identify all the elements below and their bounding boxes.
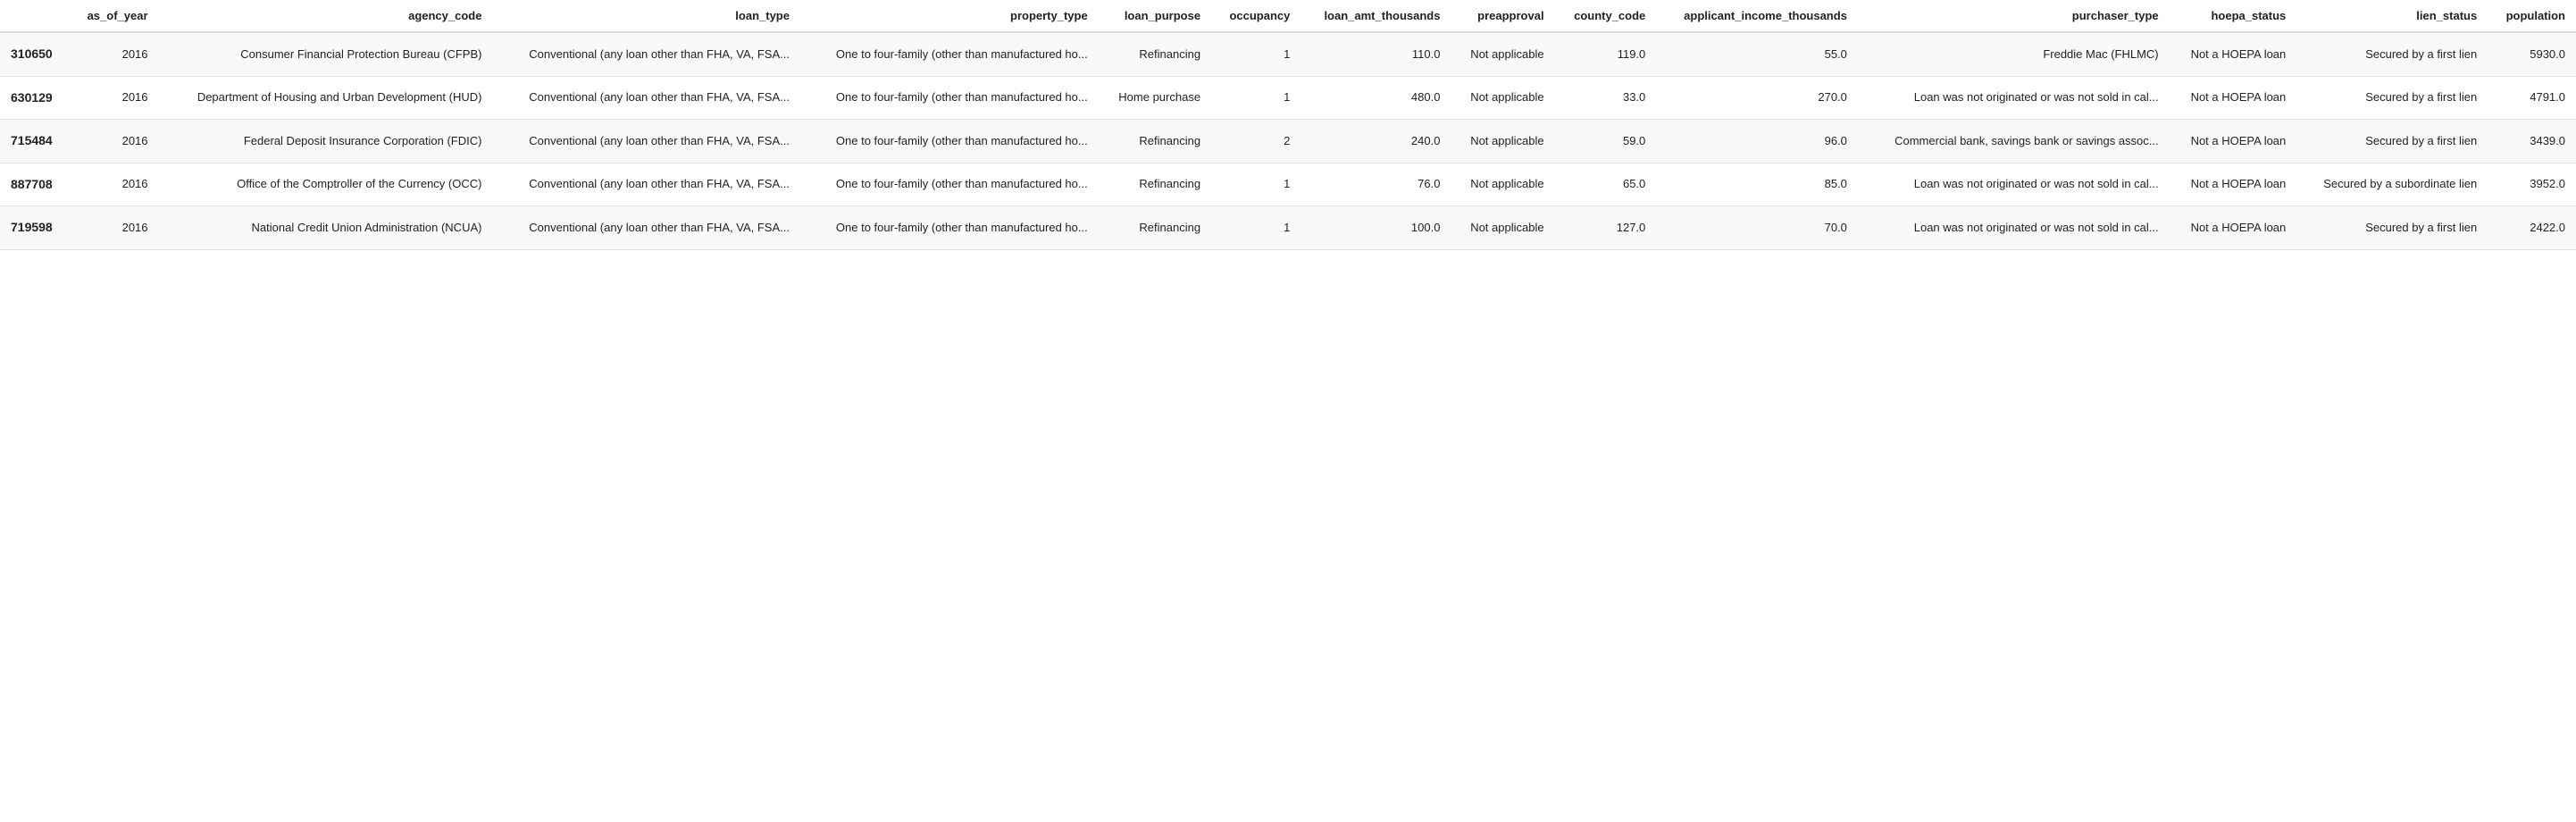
cell-population: 2422.0 [2488, 206, 2576, 250]
col-header-property-type: property_type [800, 0, 1099, 32]
cell-hoepa-status: Not a HOEPA loan [2170, 120, 2297, 164]
cell-property-type: One to four-family (other than manufactu… [800, 32, 1099, 76]
cell-purchaser-type: Loan was not originated or was not sold … [1858, 163, 2170, 206]
cell-population: 3952.0 [2488, 163, 2576, 206]
cell-hoepa-status: Not a HOEPA loan [2170, 163, 2297, 206]
data-table: as_of_year agency_code loan_type propert… [0, 0, 2576, 250]
cell-lien-status: Secured by a first lien [2296, 120, 2488, 164]
cell-population: 5930.0 [2488, 32, 2576, 76]
cell-as-of-year: 2016 [69, 206, 158, 250]
cell-lien-status: Secured by a first lien [2296, 76, 2488, 120]
col-header-preapproval: preapproval [1451, 0, 1554, 32]
cell-lien-status: Secured by a subordinate lien [2296, 163, 2488, 206]
cell-loan-type: Conventional (any loan other than FHA, V… [492, 206, 800, 250]
cell-lien-status: Secured by a first lien [2296, 32, 2488, 76]
cell-loan-type: Conventional (any loan other than FHA, V… [492, 120, 800, 164]
cell-property-type: One to four-family (other than manufactu… [800, 120, 1099, 164]
cell-purchaser-type: Loan was not originated or was not sold … [1858, 206, 2170, 250]
table-body: 3106502016Consumer Financial Protection … [0, 32, 2576, 249]
cell-hoepa-status: Not a HOEPA loan [2170, 76, 2297, 120]
col-header-agency-code: agency_code [159, 0, 493, 32]
cell-occupancy: 1 [1211, 163, 1301, 206]
col-header-lien-status: lien_status [2296, 0, 2488, 32]
cell-property-type: One to four-family (other than manufactu… [800, 163, 1099, 206]
cell-property-type: One to four-family (other than manufactu… [800, 76, 1099, 120]
col-header-loan-type: loan_type [492, 0, 800, 32]
cell-loan-amt: 240.0 [1301, 120, 1451, 164]
cell-hoepa-status: Not a HOEPA loan [2170, 206, 2297, 250]
cell-agency-code: National Credit Union Administration (NC… [159, 206, 493, 250]
cell-loan-amt: 100.0 [1301, 206, 1451, 250]
cell-as-of-year: 2016 [69, 32, 158, 76]
cell-as-of-year: 2016 [69, 120, 158, 164]
table-row: 7195982016National Credit Union Administ… [0, 206, 2576, 250]
cell-purchaser-type: Commercial bank, savings bank or savings… [1858, 120, 2170, 164]
table-row: 3106502016Consumer Financial Protection … [0, 32, 2576, 76]
cell-loan-amt: 110.0 [1301, 32, 1451, 76]
col-header-applicant-income: applicant_income_thousands [1656, 0, 1858, 32]
cell-agency-code: Office of the Comptroller of the Currenc… [159, 163, 493, 206]
cell-row-id: 719598 [0, 206, 69, 250]
cell-preapproval: Not applicable [1451, 163, 1554, 206]
cell-preapproval: Not applicable [1451, 120, 1554, 164]
cell-occupancy: 1 [1211, 32, 1301, 76]
cell-county-code: 65.0 [1555, 163, 1657, 206]
col-header-loan-purpose: loan_purpose [1099, 0, 1211, 32]
cell-population: 4791.0 [2488, 76, 2576, 120]
cell-loan-type: Conventional (any loan other than FHA, V… [492, 32, 800, 76]
cell-property-type: One to four-family (other than manufactu… [800, 206, 1099, 250]
cell-loan-purpose: Refinancing [1099, 206, 1211, 250]
cell-agency-code: Consumer Financial Protection Bureau (CF… [159, 32, 493, 76]
cell-county-code: 59.0 [1555, 120, 1657, 164]
cell-applicant-income: 96.0 [1656, 120, 1858, 164]
cell-hoepa-status: Not a HOEPA loan [2170, 32, 2297, 76]
col-header-county-code: county_code [1555, 0, 1657, 32]
cell-agency-code: Department of Housing and Urban Developm… [159, 76, 493, 120]
col-header-population: population [2488, 0, 2576, 32]
table-row: 8877082016Office of the Comptroller of t… [0, 163, 2576, 206]
cell-loan-amt: 76.0 [1301, 163, 1451, 206]
cell-row-id: 630129 [0, 76, 69, 120]
cell-loan-purpose: Refinancing [1099, 163, 1211, 206]
col-header-occupancy: occupancy [1211, 0, 1301, 32]
cell-purchaser-type: Freddie Mac (FHLMC) [1858, 32, 2170, 76]
table-row: 7154842016Federal Deposit Insurance Corp… [0, 120, 2576, 164]
cell-preapproval: Not applicable [1451, 76, 1554, 120]
cell-applicant-income: 55.0 [1656, 32, 1858, 76]
cell-loan-amt: 480.0 [1301, 76, 1451, 120]
cell-row-id: 715484 [0, 120, 69, 164]
col-header-purchaser-type: purchaser_type [1858, 0, 2170, 32]
cell-loan-purpose: Refinancing [1099, 120, 1211, 164]
table-row: 6301292016Department of Housing and Urba… [0, 76, 2576, 120]
cell-purchaser-type: Loan was not originated or was not sold … [1858, 76, 2170, 120]
cell-as-of-year: 2016 [69, 76, 158, 120]
cell-applicant-income: 70.0 [1656, 206, 1858, 250]
cell-applicant-income: 85.0 [1656, 163, 1858, 206]
cell-loan-type: Conventional (any loan other than FHA, V… [492, 76, 800, 120]
cell-applicant-income: 270.0 [1656, 76, 1858, 120]
col-header-hoepa-status: hoepa_status [2170, 0, 2297, 32]
cell-county-code: 33.0 [1555, 76, 1657, 120]
col-header-row-id [0, 0, 69, 32]
col-header-as-of-year: as_of_year [69, 0, 158, 32]
cell-occupancy: 2 [1211, 120, 1301, 164]
cell-lien-status: Secured by a first lien [2296, 206, 2488, 250]
cell-agency-code: Federal Deposit Insurance Corporation (F… [159, 120, 493, 164]
cell-loan-purpose: Home purchase [1099, 76, 1211, 120]
table-header-row: as_of_year agency_code loan_type propert… [0, 0, 2576, 32]
data-table-wrapper: as_of_year agency_code loan_type propert… [0, 0, 2576, 250]
cell-population: 3439.0 [2488, 120, 2576, 164]
cell-occupancy: 1 [1211, 206, 1301, 250]
cell-row-id: 310650 [0, 32, 69, 76]
cell-county-code: 127.0 [1555, 206, 1657, 250]
cell-loan-purpose: Refinancing [1099, 32, 1211, 76]
cell-loan-type: Conventional (any loan other than FHA, V… [492, 163, 800, 206]
cell-preapproval: Not applicable [1451, 32, 1554, 76]
col-header-loan-amt: loan_amt_thousands [1301, 0, 1451, 32]
cell-as-of-year: 2016 [69, 163, 158, 206]
cell-preapproval: Not applicable [1451, 206, 1554, 250]
cell-row-id: 887708 [0, 163, 69, 206]
cell-occupancy: 1 [1211, 76, 1301, 120]
cell-county-code: 119.0 [1555, 32, 1657, 76]
